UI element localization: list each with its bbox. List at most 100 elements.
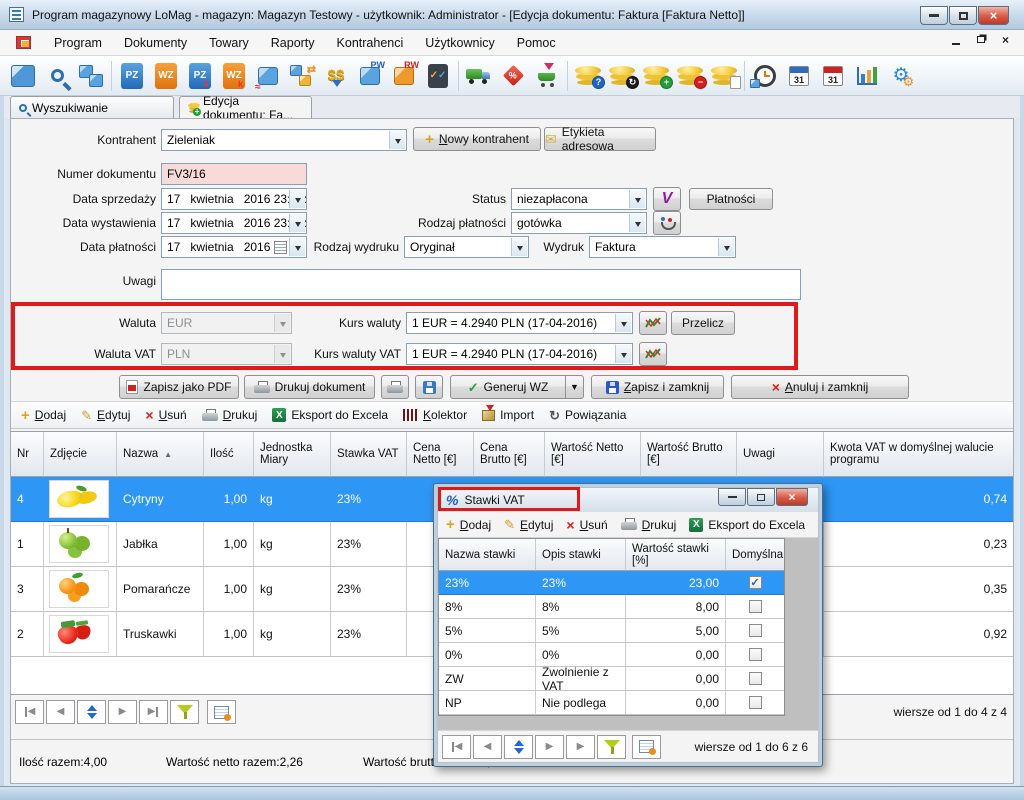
dialog-dodaj-button[interactable]: +Dodaj (446, 517, 491, 532)
chevron-down-icon[interactable] (629, 190, 645, 208)
menu-kontrahenci[interactable]: Kontrahenci (326, 32, 415, 54)
vat-row[interactable]: 5% 5% 5,00 (439, 619, 784, 643)
tab-edycja-dokumentu[interactable]: Edycja dokumentu: Fa... (179, 96, 312, 119)
status-combo[interactable]: niezapłacona (511, 188, 647, 210)
numer-dokumentu-field[interactable]: FV3/16 (161, 163, 307, 185)
dialog-edytuj-button[interactable]: ✎Edytuj (504, 518, 553, 532)
mdi-restore-button[interactable] (974, 33, 987, 46)
sort-updown-button[interactable] (504, 735, 533, 759)
vat-row[interactable]: 0% 0% 0,00 (439, 643, 784, 667)
chevron-down-icon[interactable] (718, 238, 734, 256)
mdi-close-button[interactable]: × (999, 33, 1012, 46)
grid-settings-button[interactable] (207, 700, 236, 724)
kurs-waluty-combo[interactable]: 1 EUR = 4.2940 PLN (17-04-2016) (406, 312, 633, 334)
rw-document-icon[interactable]: RW (387, 59, 421, 93)
print-settings-button[interactable] (381, 375, 409, 399)
anuluj-i-zamknij-button[interactable]: ×Anuluj i zamknij (731, 375, 909, 399)
wz-correction-icon[interactable]: WZk (217, 59, 251, 93)
waluta-combo[interactable]: EUR (161, 312, 292, 334)
wydruk-combo[interactable]: Faktura (589, 236, 736, 258)
settings-gears-icon[interactable]: ⚙⚙ (884, 59, 918, 93)
col-opis-stawki[interactable]: Opis stawki (536, 539, 626, 571)
kurs-chart-button[interactable] (639, 311, 667, 335)
import-button[interactable]: Import (482, 408, 534, 422)
price-list-icon[interactable]: $$ (319, 59, 353, 93)
col-jednostka[interactable]: Jednostka Miary (254, 432, 331, 477)
next-page-button[interactable]: ▶ (535, 735, 564, 759)
filter-button[interactable] (170, 700, 199, 724)
payments-refresh-icon[interactable]: ↻ (605, 59, 639, 93)
sort-updown-button[interactable] (77, 700, 106, 724)
first-page-button[interactable]: ◀ (15, 700, 44, 724)
usun-button[interactable]: ×Usuń (145, 408, 186, 422)
transfer-goods-icon[interactable]: ⇄ (285, 59, 319, 93)
default-checkbox[interactable] (749, 696, 762, 709)
close-button[interactable]: × (978, 6, 1009, 25)
dialog-close-button[interactable]: × (776, 488, 808, 506)
prev-page-button[interactable]: ◀ (46, 700, 75, 724)
zapisz-jako-pdf-button[interactable]: Zapisz jako PDF (119, 375, 239, 399)
data-platnosci-picker[interactable]: 17 kwietnia 2016 (161, 236, 307, 258)
dialog-maximize-button[interactable] (747, 488, 775, 506)
eksport-excel-button[interactable]: XEksport do Excela (272, 408, 388, 422)
col-uwagi[interactable]: Uwagi (737, 432, 824, 477)
col-zdjecie[interactable]: Zdjęcie (44, 432, 117, 477)
col-kwota-vat[interactable]: Kwota VAT w domyślnej walucie programu (824, 432, 1013, 477)
chevron-down-icon[interactable] (511, 238, 527, 256)
payments-remove-icon[interactable]: − (673, 59, 707, 93)
menu-dokumenty[interactable]: Dokumenty (113, 32, 198, 54)
filter-button[interactable] (597, 735, 626, 759)
generuj-wz-button[interactable]: ✓Generuj WZ (450, 375, 566, 399)
statistics-chart-icon[interactable] (850, 59, 884, 93)
col-cena-netto[interactable]: Cena Netto [€] (407, 432, 474, 477)
default-checkbox[interactable] (749, 672, 762, 685)
kurs-waluty-vat-combo[interactable]: 1 EUR = 4.2940 PLN (17-04-2016) (406, 343, 633, 365)
data-wystawienia-picker[interactable]: 17 kwietnia 2016 23:18:00 (161, 212, 307, 234)
vat-row[interactable]: 8% 8% 8,00 (439, 595, 784, 619)
vat-v-button[interactable]: V (653, 187, 681, 211)
kontrahent-combo[interactable]: Zieleniak (161, 129, 407, 151)
minimize-button[interactable] (920, 6, 948, 25)
default-checkbox[interactable] (749, 648, 762, 661)
mdi-minimize-button[interactable] (949, 33, 962, 46)
col-wartosc-netto[interactable]: Wartość Netto [€] (545, 432, 641, 477)
col-wartosc-brutto[interactable]: Wartość Brutto [€] (641, 432, 737, 477)
last-page-button[interactable]: ▶ (139, 700, 168, 724)
menu-raporty[interactable]: Raporty (260, 32, 326, 54)
send-email-button[interactable] (415, 375, 443, 399)
menu-program[interactable]: Program (43, 32, 113, 54)
goods-list-icon[interactable] (74, 59, 108, 93)
col-ilosc[interactable]: Ilość (204, 432, 254, 477)
first-page-button[interactable]: ◀ (442, 735, 471, 759)
vat-row[interactable]: ZW Zwolnienie z VAT 0,00 (439, 667, 784, 691)
payment-hand-button[interactable] (653, 211, 681, 235)
col-nazwa[interactable]: Nazwa▲ (117, 432, 204, 477)
tab-wyszukiwanie[interactable]: Wyszukiwanie (10, 96, 174, 118)
przelicz-button[interactable]: Przelicz (671, 311, 735, 335)
powiazania-button[interactable]: ↻Powiązania (549, 408, 626, 422)
discount-tag-icon[interactable]: % (496, 59, 530, 93)
col-nazwa-stawki[interactable]: Nazwa stawki (439, 539, 536, 571)
etykieta-adresowa-button[interactable]: ✉Etykieta adresowa (544, 127, 656, 151)
chevron-down-icon[interactable] (615, 345, 631, 363)
generuj-wz-dropdown[interactable]: ▼ (566, 375, 584, 399)
menu-pomoc[interactable]: Pomoc (506, 32, 567, 54)
dialog-usun-button[interactable]: ×Usuń (566, 518, 607, 532)
pw-document-icon[interactable]: PW (353, 59, 387, 93)
calendar-blue-icon[interactable]: 31 (782, 59, 816, 93)
chevron-down-icon[interactable] (389, 131, 405, 149)
data-sprzedazy-picker[interactable]: 17 kwietnia 2016 23:18:00 (161, 188, 307, 210)
menu-towary[interactable]: Towary (198, 32, 260, 54)
next-page-button[interactable]: ▶ (108, 700, 137, 724)
chevron-down-icon[interactable] (615, 314, 631, 332)
nowy-kontrahent-button[interactable]: +Nowy kontrahent (413, 127, 541, 151)
menu-uzytkownicy[interactable]: Użytkownicy (414, 32, 505, 54)
default-checkbox[interactable] (749, 624, 762, 637)
zapisz-i-zamknij-button[interactable]: Zapisz i zamknij (591, 375, 724, 399)
rodzaj-wydruku-combo[interactable]: Oryginał (404, 236, 529, 258)
kolektor-button[interactable]: Kolektor (403, 408, 467, 422)
rodzaj-platnosci-combo[interactable]: gotówka (511, 212, 647, 234)
waluta-vat-combo[interactable]: PLN (161, 343, 292, 365)
vat-row[interactable]: 23% 23% 23,00 (439, 571, 784, 595)
dialog-eksport-button[interactable]: XEksport do Excela (689, 518, 805, 532)
